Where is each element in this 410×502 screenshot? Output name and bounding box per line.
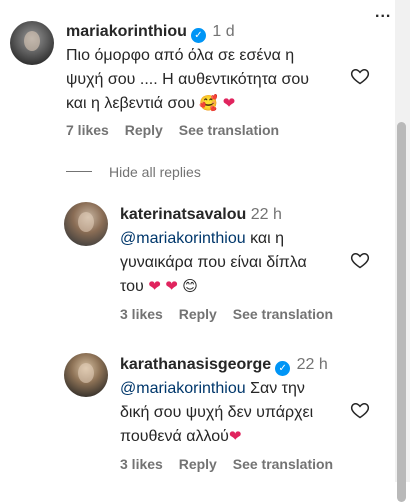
avatar-face <box>78 212 94 232</box>
mention-link[interactable]: @mariakorinthiou <box>120 230 246 247</box>
timestamp[interactable]: 22 h <box>297 356 328 373</box>
reply-text-line-wrap: του ❤ ❤ 😊 <box>120 277 198 297</box>
scrollbar-thumb[interactable] <box>397 122 406 502</box>
reply-text-line: γυναικάρα που είναι δίπλα <box>120 254 307 271</box>
avatar-mariakorinthiou[interactable] <box>10 21 54 65</box>
reply-actions: 3 likes Reply See translation <box>120 305 345 323</box>
see-translation-button[interactable]: See translation <box>179 122 279 138</box>
verified-badge-icon: ✓ <box>275 361 291 376</box>
red-heart-icon: ❤ <box>228 428 242 445</box>
like-heart-icon[interactable] <box>349 250 371 270</box>
red-heart-icon: ❤ <box>222 95 236 112</box>
replies-divider <box>66 171 92 172</box>
more-dots-icon[interactable]: ... <box>375 4 391 22</box>
reply-text-line: του <box>120 278 144 295</box>
reply-button[interactable]: Reply <box>179 456 217 472</box>
reply-text-line: πουθενά αλλού <box>120 428 229 445</box>
username[interactable]: mariakorinthiou <box>66 23 187 40</box>
red-heart-icon: ❤ <box>148 278 161 295</box>
comment-text-line-wrap: και η λεβεντιά σου 🥰 ❤ <box>66 94 235 114</box>
avatar-katerinatsavalou[interactable] <box>64 202 108 246</box>
reply-header: karathanasisgeorge ✓ 22 h <box>120 355 328 376</box>
likes-count[interactable]: 3 likes <box>120 456 163 472</box>
avatar-face <box>78 363 94 383</box>
verified-badge-icon: ✓ <box>190 28 206 43</box>
timestamp[interactable]: 22 h <box>251 206 282 223</box>
like-heart-icon[interactable] <box>349 400 371 420</box>
avatar-karathanasisgeorge[interactable] <box>64 353 108 397</box>
likes-count[interactable]: 7 likes <box>66 122 109 138</box>
like-heart-icon[interactable] <box>349 66 371 86</box>
username[interactable]: katerinatsavalou <box>120 206 246 223</box>
reply-actions: 3 likes Reply See translation <box>120 455 345 473</box>
comment-actions: 7 likes Reply See translation <box>66 121 291 139</box>
reply-text-line-wrap: @mariakorinthiou Σαν την <box>120 379 305 399</box>
reply-header: katerinatsavalou 22 h <box>120 205 282 225</box>
hide-replies-button[interactable]: Hide all replies <box>109 163 201 181</box>
avatar-face <box>24 31 40 51</box>
likes-count[interactable]: 3 likes <box>120 306 163 322</box>
comment-text-line: ψυχή σου .... Η αυθεντικότητα σου <box>66 71 310 88</box>
reply-button[interactable]: Reply <box>179 306 217 322</box>
reply-text-line-wrap: πουθενά αλλού❤ <box>120 427 241 447</box>
username[interactable]: karathanasisgeorge <box>120 356 271 373</box>
smiling-face-with-hearts-icon: 🥰 <box>199 95 219 112</box>
reply-text: Σαν την <box>245 380 305 397</box>
see-translation-button[interactable]: See translation <box>233 456 333 472</box>
timestamp[interactable]: 1 d <box>212 23 234 40</box>
smiling-face-with-smiling-eyes-icon: 😊 <box>182 278 198 295</box>
mention-link[interactable]: @mariakorinthiou <box>120 380 246 397</box>
comment-text-line: και η λεβεντιά σου <box>66 95 195 112</box>
reply-text-line-wrap: @mariakorinthiou και η <box>120 229 284 249</box>
see-translation-button[interactable]: See translation <box>233 306 333 322</box>
reply-text: και η <box>245 230 285 247</box>
reply-text-line: δική σου ψυχή δεν υπάρχει <box>120 404 314 421</box>
red-heart-icon: ❤ <box>165 278 178 295</box>
comment-text-line: Πιο όμορφο από όλα σε εσένα η <box>66 47 295 64</box>
reply-button[interactable]: Reply <box>125 122 163 138</box>
comment-header: mariakorinthiou ✓ 1 d <box>66 22 235 43</box>
